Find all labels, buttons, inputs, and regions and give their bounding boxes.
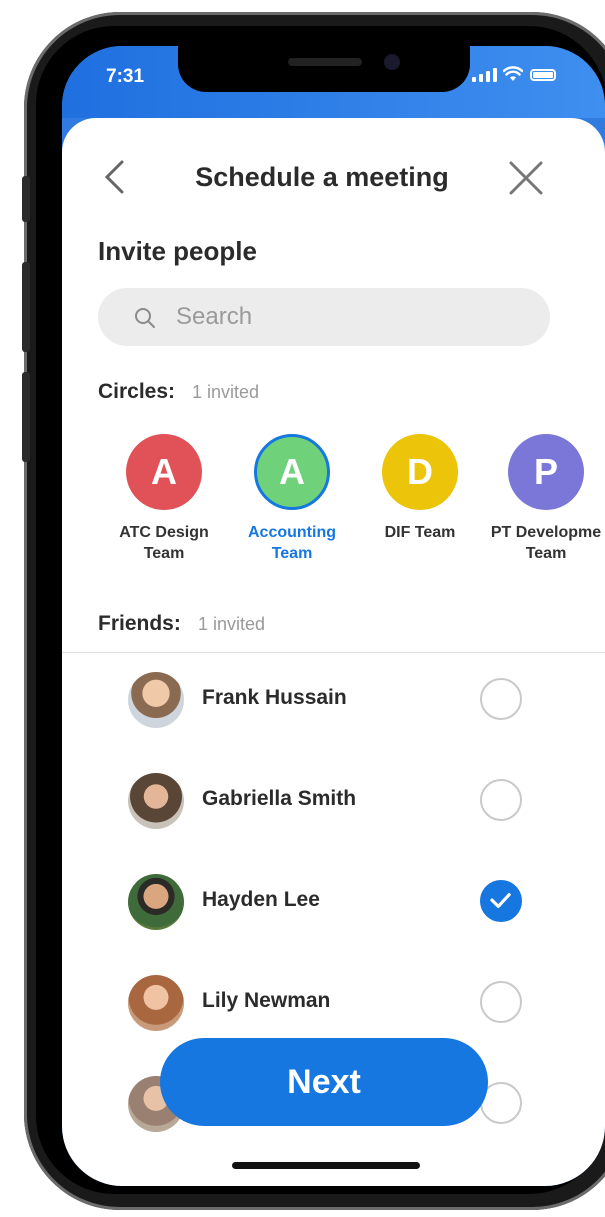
select-checkbox[interactable]: [480, 678, 522, 720]
circle-name: DIF Team: [384, 524, 456, 541]
circle-name: PT Developme Team: [490, 524, 602, 562]
invite-people-heading: Invite people: [98, 236, 257, 266]
mute-switch: [22, 176, 30, 222]
circles-label: Circles:: [98, 380, 176, 403]
select-checkbox[interactable]: [480, 981, 522, 1023]
friend-name: Lily Newman: [202, 989, 331, 1012]
circle-avatar: P: [508, 434, 584, 510]
speaker: [288, 58, 362, 66]
battery-icon: [530, 69, 556, 81]
status-bar: 7:31: [62, 46, 605, 118]
friend-row-lily-newman[interactable]: Lily Newman: [128, 975, 548, 1035]
friend-row-hayden-lee[interactable]: Hayden Lee: [128, 874, 548, 934]
friend-name: Frank Hussain: [202, 686, 347, 709]
close-icon[interactable]: [508, 160, 544, 196]
search-icon: [135, 308, 155, 328]
selected-checkbox[interactable]: [480, 880, 522, 922]
friends-label: Friends:: [98, 612, 181, 635]
status-time: 7:31: [106, 66, 145, 87]
friend-row-frank-hussain[interactable]: Frank Hussain: [128, 672, 548, 732]
circle-accounting-team[interactable]: A Accounting Team: [228, 434, 356, 564]
avatar: [128, 975, 184, 1031]
friends-invited-count: 1 invited: [198, 614, 266, 634]
search-input[interactable]: Search: [98, 288, 550, 346]
screen: 7:31 Schedule a meeting Invite people Se…: [62, 46, 605, 1186]
circle-avatar: A: [126, 434, 202, 510]
wifi-icon: [503, 66, 523, 81]
circles-invited-count: 1 invited: [192, 382, 260, 402]
schedule-sheet: Schedule a meeting Invite people Search …: [62, 118, 605, 1186]
friend-name: Gabriella Smith: [202, 787, 357, 810]
checkmark-icon: [490, 893, 511, 909]
avatar: [128, 773, 184, 829]
signal-icon: [472, 68, 497, 82]
friend-name: Hayden Lee: [202, 888, 320, 911]
front-camera: [384, 54, 400, 70]
volume-down-button: [22, 372, 30, 462]
volume-up-button: [22, 262, 30, 352]
avatar: [128, 874, 184, 930]
home-indicator[interactable]: [232, 1162, 420, 1169]
next-button[interactable]: Next: [160, 1038, 488, 1126]
select-checkbox[interactable]: [480, 779, 522, 821]
circle-avatar: D: [382, 434, 458, 510]
notch: [178, 46, 470, 92]
circle-pt-development-team[interactable]: P PT Developme Team: [482, 434, 605, 564]
divider: [62, 652, 605, 653]
search-placeholder: Search: [176, 303, 253, 330]
circle-name: Accounting Team: [248, 524, 336, 562]
back-chevron-icon[interactable]: [102, 160, 126, 194]
circle-atc-design-team[interactable]: A ATC Design Team: [100, 434, 228, 564]
avatar: [128, 672, 184, 728]
circle-name: ATC Design Team: [119, 524, 209, 562]
circle-dif-team[interactable]: D DIF Team: [356, 434, 484, 543]
friend-row-gabriella-smith[interactable]: Gabriella Smith: [128, 773, 548, 833]
page-title: Schedule a meeting: [195, 162, 449, 192]
circle-avatar-selected: A: [254, 434, 330, 510]
